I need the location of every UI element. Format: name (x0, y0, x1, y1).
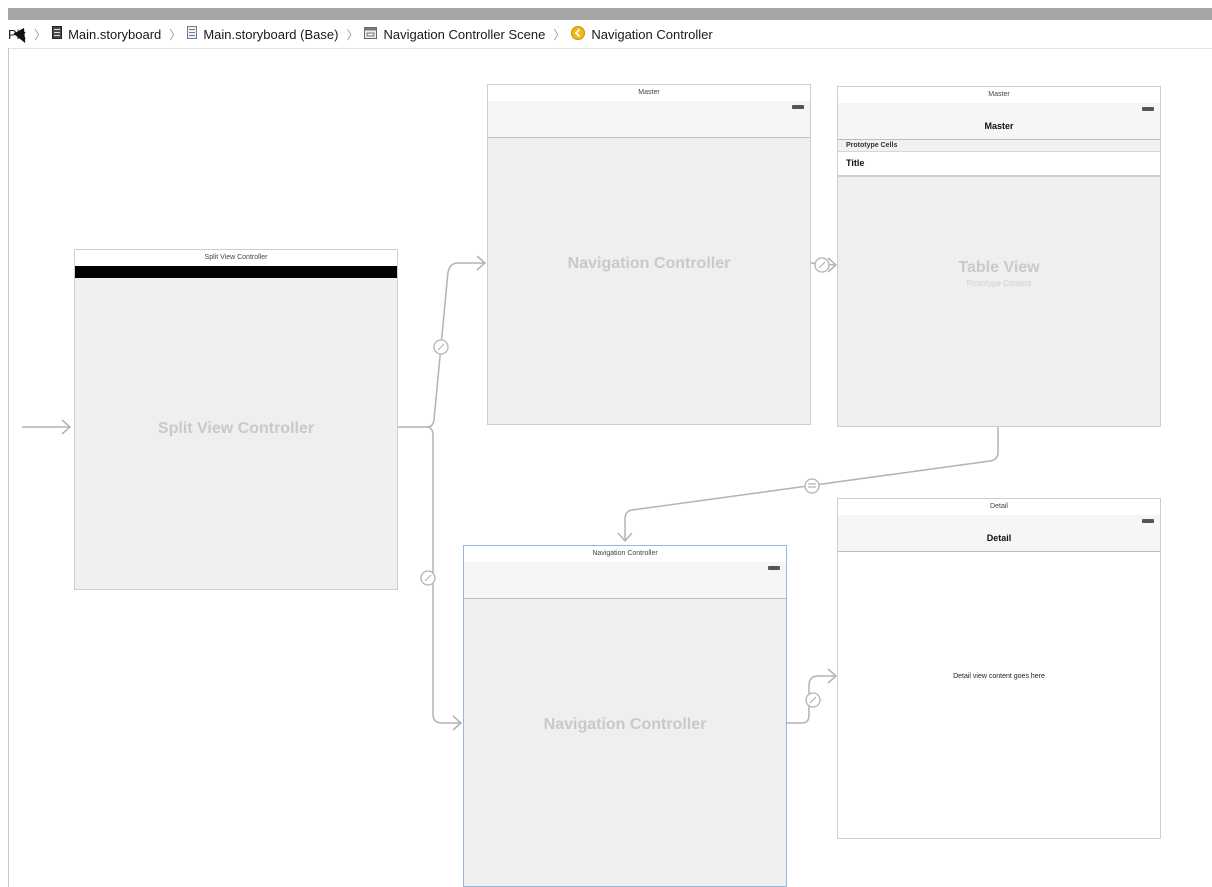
jump-bar-breadcrumb: Pix 〉 Main.storyboard 〉 Main.storyboard … (8, 20, 1212, 49)
master-table-view-scene[interactable]: Master Master Prototype Cells Title Tabl… (837, 86, 1161, 427)
breadcrumb-item-navigation-controller[interactable]: Navigation Controller (571, 25, 713, 43)
navigation-bar: Master (838, 103, 1160, 140)
detail-content-label: Detail view content goes here (953, 673, 1045, 680)
battery-icon (1142, 519, 1154, 523)
battery-icon (792, 105, 804, 109)
navigation-bar (488, 101, 810, 138)
scene-center-label: Table View (958, 259, 1040, 276)
chevron-right-icon: 〉 (169, 27, 182, 42)
breadcrumb-item-main-storyboard-base[interactable]: Main.storyboard (Base) (187, 26, 338, 42)
scene-title: Detail (838, 499, 1160, 516)
canvas-left-border (8, 48, 9, 887)
detail-view-controller-scene[interactable]: Detail Detail Detail view content goes h… (837, 498, 1161, 839)
section-header: Prototype Cells (838, 140, 1160, 152)
navigation-title: Detail (986, 533, 1012, 543)
navigation-controller-icon (571, 25, 586, 43)
scene-center-label: Navigation Controller (543, 716, 707, 733)
chevron-right-icon: 〉 (346, 27, 359, 42)
breadcrumb-label: Main.storyboard (Base) (203, 26, 339, 42)
breadcrumb-item-scene[interactable]: Navigation Controller Scene (364, 26, 546, 42)
scene-sub-label: Prototype Content (966, 279, 1032, 288)
storyboard-file-icon (52, 26, 63, 42)
master-navigation-controller-scene[interactable]: Master Navigation Controller (487, 84, 811, 425)
scene-center-label: Split View Controller (157, 420, 315, 437)
storyboard-file-icon (187, 26, 198, 42)
breadcrumb-label: Main.storyboard (68, 26, 162, 42)
navigation-bar (464, 562, 786, 599)
scene-title: Master (838, 87, 1160, 104)
battery-icon (1142, 107, 1154, 111)
detail-navigation-controller-scene[interactable]: Navigation Controller Navigation Control… (463, 545, 787, 887)
chevron-right-icon: 〉 (34, 27, 47, 42)
navigation-bar: Detail (838, 515, 1160, 552)
cell-title: Title (846, 158, 865, 168)
breadcrumb-item-main-storyboard[interactable]: Main.storyboard (52, 26, 161, 42)
chevron-right-icon: 〉 (553, 27, 566, 42)
prototype-cell[interactable]: Title (838, 152, 1160, 177)
navigation-title: Master (984, 121, 1014, 131)
scene-center-label: Navigation Controller (567, 255, 731, 272)
breadcrumb-label: Navigation Controller (591, 26, 713, 42)
scene-title: Master (488, 85, 810, 102)
split-view-controller-scene[interactable]: Split View Controller Split View Control… (74, 249, 398, 590)
battery-icon (768, 566, 780, 570)
status-bar (75, 266, 397, 278)
scene-title: Split View Controller (75, 250, 397, 267)
scene-title: Navigation Controller (464, 546, 786, 563)
breadcrumb-label: Navigation Controller Scene (383, 26, 546, 42)
scene-icon (364, 26, 378, 42)
window-top-bar (8, 8, 1212, 20)
